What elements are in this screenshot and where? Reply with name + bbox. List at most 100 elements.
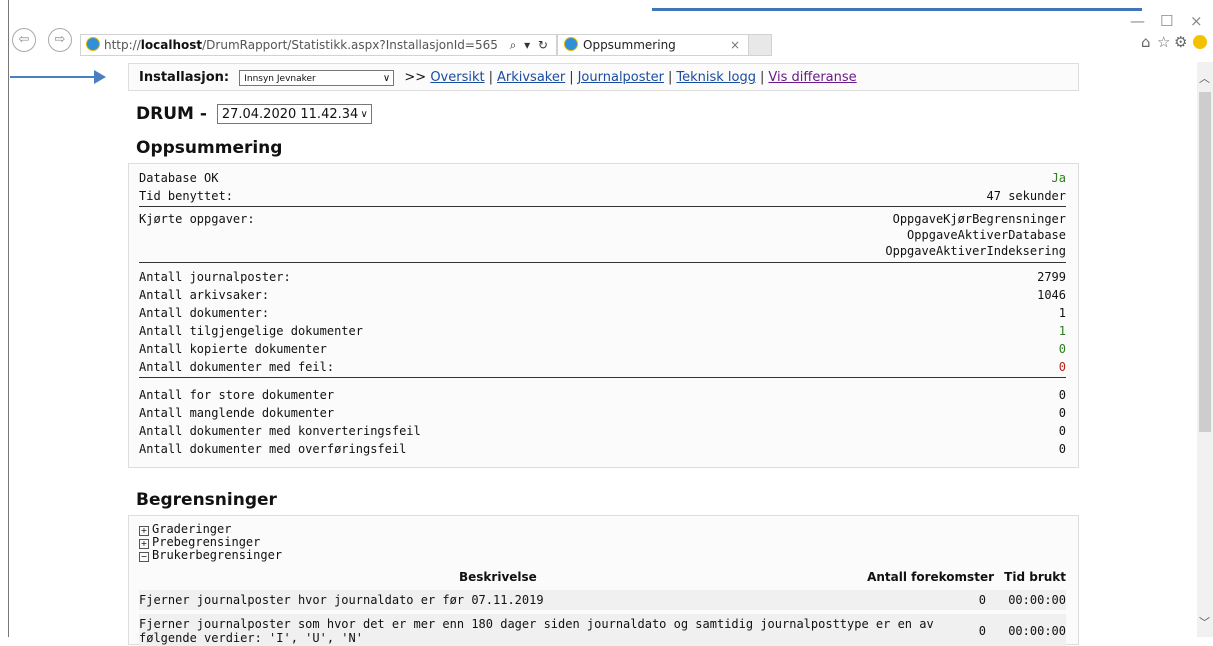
error-value: 0 (1058, 406, 1066, 420)
divider (139, 262, 1066, 263)
nav-separator: | (760, 70, 765, 85)
url-host: localhost (140, 38, 203, 52)
scroll-up-icon[interactable]: ︿ (1199, 70, 1210, 86)
error-value: 0 (1058, 424, 1066, 438)
error-label: Antall manglende dokumenter (139, 406, 335, 420)
installation-select[interactable]: Innsyn Jevnaker ∨ (239, 69, 395, 86)
expand-icon[interactable]: + (139, 526, 149, 536)
row-database: Database OK Ja (139, 169, 1066, 187)
address-controls[interactable]: ⌕ ▾ ↻ (510, 35, 550, 55)
chevron-down-icon: ∨ (360, 109, 368, 120)
row-arkivsaker: Antall arkivsaker: 1046 (139, 286, 1066, 304)
row-dokumenter: Antall dokumenter: 1 (139, 304, 1066, 322)
installation-bar: Installasjon: Innsyn Jevnaker ∨ >> Oversi… (128, 63, 1079, 91)
col-tid: Tid brukt (1004, 570, 1066, 584)
scroll-thumb[interactable] (1199, 92, 1211, 432)
installation-select-value: Innsyn Jevnaker (244, 73, 316, 84)
summary-heading: Oppsummering (136, 138, 283, 158)
page-title: DRUM - 27.04.2020 11.42.34 ∨ (136, 104, 372, 124)
annotation-arrowhead-left (94, 70, 106, 84)
count-value: 0 (1058, 360, 1066, 374)
tree-label: Graderinger (152, 522, 232, 536)
address-bar[interactable]: http://localhost/DrumRapport/Statistikk.… (80, 34, 557, 56)
tree-brukerbegrensinger[interactable]: − Brukerbegrensinger (139, 549, 282, 562)
task-item: OppgaveAktiverIndeksering (885, 244, 1066, 258)
error-label: Antall for store dokumenter (139, 388, 335, 402)
summary-panel: Database OK Ja Tid benyttet: 47 sekunder K… (128, 163, 1079, 468)
link-journalposter[interactable]: Journalposter (578, 70, 664, 85)
ie-tab-icon (564, 37, 578, 51)
tree-label: Brukerbegrensinger (152, 548, 283, 562)
url-prefix: http:// (104, 38, 141, 52)
count-label: Antall journalposter: (139, 270, 291, 284)
vertical-scrollbar[interactable]: ︿ ﹀ (1197, 62, 1213, 637)
url-path: /DrumRapport/Statistikk.aspx?Installasjo… (202, 38, 498, 52)
chevron-down-icon: ∨ (382, 72, 391, 84)
row-time: Tid benyttet: 47 sekunder (139, 187, 1066, 205)
row-count: 0 (978, 593, 986, 607)
table-row: Fjerner journalposter som hvor det er me… (139, 614, 1066, 646)
smiley-icon[interactable] (1193, 35, 1207, 49)
row-count: 0 (978, 624, 986, 638)
star-icon[interactable]: ☆ (1157, 33, 1170, 51)
count-label: Antall dokumenter: (139, 306, 270, 320)
expand-icon[interactable]: + (139, 539, 149, 549)
count-label: Antall arkivsaker: (139, 288, 270, 302)
table-row: Fjerner journalposter hvor journaldato e… (139, 590, 1066, 610)
row-desc: Fjerner journalposter hvor journaldato e… (139, 593, 544, 607)
back-icon: ⇦ (18, 32, 30, 47)
time-value: 47 sekunder (986, 189, 1066, 203)
minimize-button[interactable]: — (1130, 12, 1145, 30)
collapse-icon[interactable]: − (139, 552, 149, 562)
home-icon[interactable]: ⌂ (1141, 33, 1151, 51)
row-konvertering: Antall dokumenter med konverteringsfeil 0 (139, 422, 1066, 440)
db-label: Database OK (139, 171, 219, 185)
error-label: Antall dokumenter med overføringsfeil (139, 442, 407, 456)
browser-chrome: ⇦ ⇨ http://localhost/DrumRapport/Statist… (0, 0, 1213, 62)
row-kopierte: Antall kopierte dokumenter 0 (139, 340, 1066, 358)
row-desc-cont: følgende verdier: 'I', 'U', 'N' (139, 631, 363, 645)
limits-heading: Begrensninger (136, 490, 277, 510)
divider (139, 206, 1066, 207)
row-overforing: Antall dokumenter med overføringsfeil 0 (139, 440, 1066, 458)
ie-logo-icon (86, 37, 100, 51)
scroll-down-icon[interactable]: ﹀ (1199, 614, 1210, 630)
tab-close-icon[interactable]: × (730, 35, 740, 55)
row-manglende: Antall manglende dokumenter 0 (139, 404, 1066, 422)
link-vis-differanse[interactable]: Vis differanse (768, 70, 856, 85)
run-select-value: 27.04.2020 11.42.34 (221, 107, 359, 122)
count-value: 2799 (1037, 270, 1066, 284)
gear-icon[interactable]: ⚙ (1174, 33, 1187, 51)
count-value: 1046 (1037, 288, 1066, 302)
tree-label: Prebegrensinger (152, 535, 261, 549)
db-value: Ja (1051, 171, 1066, 185)
annotation-bar (652, 8, 1142, 11)
link-teknisk-logg[interactable]: Teknisk logg (676, 70, 756, 85)
drum-title: DRUM - (136, 104, 207, 124)
row-med-feil: Antall dokumenter med feil: 0 (139, 358, 1066, 376)
annotation-arrow-left (10, 76, 94, 78)
forward-icon: ⇨ (54, 32, 66, 47)
close-button[interactable]: × (1190, 12, 1203, 30)
count-label: Antall tilgjengelige dokumenter (139, 324, 363, 338)
back-button[interactable]: ⇦ (12, 28, 36, 52)
maximize-button[interactable]: ☐ (1160, 12, 1173, 30)
count-label: Antall kopierte dokumenter (139, 342, 327, 356)
installation-label: Installasjon: (139, 70, 230, 85)
tab-title: Oppsummering (583, 38, 676, 52)
run-select[interactable]: 27.04.2020 11.42.34 ∨ (216, 104, 372, 124)
time-label: Tid benyttet: (139, 189, 233, 203)
error-label: Antall dokumenter med konverteringsfeil (139, 424, 421, 438)
count-value: 1 (1058, 324, 1066, 338)
row-time: 00:00:00 (1008, 593, 1066, 607)
new-tab-button[interactable] (748, 34, 772, 56)
link-oversikt[interactable]: Oversikt (430, 70, 484, 85)
nav-arrows: >> (404, 70, 427, 85)
link-arkivsaker[interactable]: Arkivsaker (497, 70, 565, 85)
tab-oppsummering[interactable]: Oppsummering × (557, 34, 749, 56)
row-time: 00:00:00 (1008, 624, 1066, 638)
forward-button[interactable]: ⇨ (48, 28, 72, 52)
divider (139, 377, 1066, 378)
row-for-store: Antall for store dokumenter 0 (139, 386, 1066, 404)
nav-separator: | (488, 70, 493, 85)
